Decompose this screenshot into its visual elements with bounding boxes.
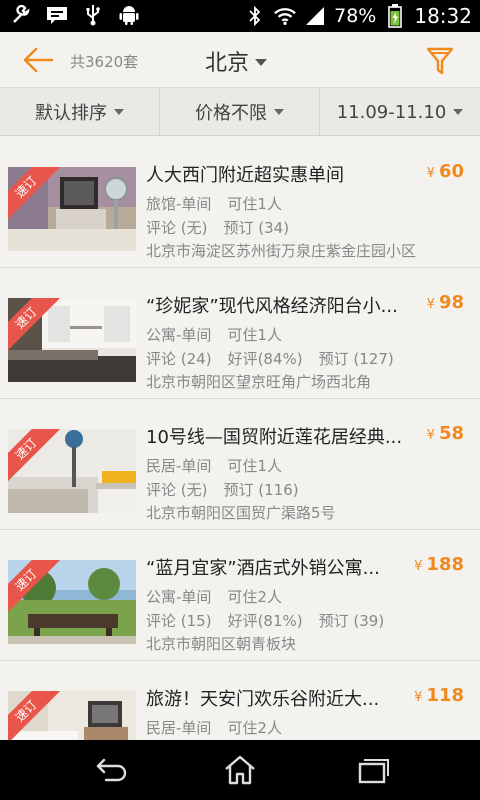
listing-price: ¥ 60 [427,161,464,182]
currency-symbol: ¥ [426,428,435,443]
listing-title: 旅游！天安门欢乐谷附近大... [146,689,380,710]
booking-count: 预订 (116) [223,481,299,499]
home-icon[interactable] [220,754,260,786]
rating: 好评(84%) [227,350,303,368]
capacity: 可住1人 [227,326,282,344]
price-value: 58 [438,423,464,444]
listing-title: “珍妮家”现代风格经济阳台小... [146,296,398,317]
date-dropdown[interactable]: 11.09-11.10 [320,88,480,136]
review-count: 评论 (24) [146,350,212,368]
listing-photo: 速订 [8,560,136,644]
room-type: 民居-单间 [146,457,212,475]
capacity: 可住1人 [227,195,282,213]
listing-item[interactable]: 速订 旅游！天安门欢乐谷附近大... ¥ 118 民居-单间 可住2人 [0,661,480,740]
listing-title: 10号线—国贸附近莲花居经典... [146,427,403,448]
listing-price: ¥ 98 [427,292,464,313]
booking-count: 预订 (34) [223,219,290,237]
room-type: 旅馆-单间 [146,195,212,213]
system-nav-bar [0,740,480,800]
wrench-icon [10,4,32,26]
listing-address: 北京市朝阳区国贸广渠路5号 [146,504,336,522]
booking-count: 预订 (39) [318,612,385,630]
capacity: 可住2人 [227,588,282,606]
listing-type-row: 民居-单间 可住2人 [146,717,298,738]
back-icon[interactable] [88,754,128,786]
room-type: 公寓-单间 [146,588,212,606]
system-icons: 78% 18:32 [244,0,472,32]
city-selector[interactable]: 北京 [205,45,268,77]
currency-symbol: ¥ [426,297,435,312]
app-header: 共3620套 北京 [0,32,480,88]
listing-stats-row: 评论 (24) 好评(84%) 预订 (127) [146,348,410,369]
listing-type-row: 公寓-单间 可住1人 [146,324,298,345]
listing-item[interactable]: 速订 “珍妮家”现代风格经济阳台小... ¥ 98 公寓-单间 可住1人 评论 (… [0,268,480,399]
android-icon [118,4,140,26]
listing-photo: 速订 [8,691,136,740]
battery-percent: 78% [334,5,377,27]
usb-icon [82,4,104,26]
currency-symbol: ¥ [414,559,423,574]
listing-list: 速订 人大西门附近超实惠单间 ¥ 60 旅馆-单间 可住1人 评论 (无) 预订 (… [0,137,480,740]
listing-price: ¥ 188 [414,554,464,575]
price-value: 60 [438,161,464,182]
listing-count: 共3620套 [70,53,139,71]
message-icon [46,4,68,26]
listing-stats-row: 评论 (无) 预订 (116) [146,479,315,500]
listing-photo: 速订 [8,429,136,513]
room-type: 民居-单间 [146,719,212,737]
listing-item[interactable]: 速订 10号线—国贸附近莲花居经典... ¥ 58 民居-单间 可住1人 评论 (… [0,399,480,530]
listing-address: 北京市海淀区苏州街万泉庄紫金庄园小区 [146,242,417,260]
currency-symbol: ¥ [414,690,423,705]
listing-stats-row: 评论 (15) 好评(81%) 预订 (39) [146,610,400,631]
listing-item[interactable]: 速订 人大西门附近超实惠单间 ¥ 60 旅馆-单间 可住1人 评论 (无) 预订 (… [0,137,480,268]
price-dropdown[interactable]: 价格不限 [160,88,320,136]
date-label: 11.09-11.10 [336,101,447,123]
sort-label: 默认排序 [35,103,107,124]
back-arrow-icon[interactable] [20,44,56,76]
listing-address: 北京市朝阳区朝青板块 [146,635,297,653]
rating: 好评(81%) [227,612,303,630]
price-value: 98 [438,292,464,313]
listing-type-row: 民居-单间 可住1人 [146,455,298,476]
listing-type-row: 公寓-单间 可住2人 [146,586,298,607]
filter-icon[interactable] [426,46,454,76]
price-label: 价格不限 [195,103,267,124]
battery-icon [384,4,406,28]
recent-apps-icon[interactable] [352,754,392,786]
listing-address: 北京市朝阳区望京旺角广场西北角 [146,373,372,391]
chevron-down-icon [114,109,124,115]
listing-title: 人大西门附近超实惠单间 [146,165,344,186]
filter-bar: 默认排序 价格不限 11.09-11.10 [0,88,480,136]
chevron-down-icon [255,58,268,66]
room-type: 公寓-单间 [146,326,212,344]
currency-symbol: ¥ [426,166,435,181]
chevron-down-icon [274,109,284,115]
signal-icon [304,5,326,27]
review-count: 评论 (无) [146,219,208,237]
booking-count: 预订 (127) [318,350,394,368]
listing-photo: 速订 [8,298,136,382]
price-value: 118 [426,685,464,706]
capacity: 可住1人 [227,457,282,475]
notification-icons [10,4,140,26]
listing-item[interactable]: 速订 “蓝月宜家”酒店式外销公寓... ¥ 188 公寓-单间 可住2人 评论 (… [0,530,480,661]
price-value: 188 [426,554,464,575]
chevron-down-icon [453,109,464,115]
sort-dropdown[interactable]: 默认排序 [0,88,160,136]
status-bar: 78% 18:32 [0,0,480,32]
capacity: 可住2人 [227,719,282,737]
listing-type-row: 旅馆-单间 可住1人 [146,193,298,214]
clock: 18:32 [414,4,472,28]
review-count: 评论 (15) [146,612,212,630]
city-label: 北京 [205,51,250,76]
listing-price: ¥ 118 [414,685,464,706]
wifi-icon [274,5,296,27]
listing-stats-row: 评论 (无) 预订 (34) [146,217,305,238]
listing-photo: 速订 [8,167,136,251]
bluetooth-icon [244,5,266,27]
listing-title: “蓝月宜家”酒店式外销公寓... [146,558,380,579]
listing-price: ¥ 58 [427,423,464,444]
review-count: 评论 (无) [146,481,208,499]
